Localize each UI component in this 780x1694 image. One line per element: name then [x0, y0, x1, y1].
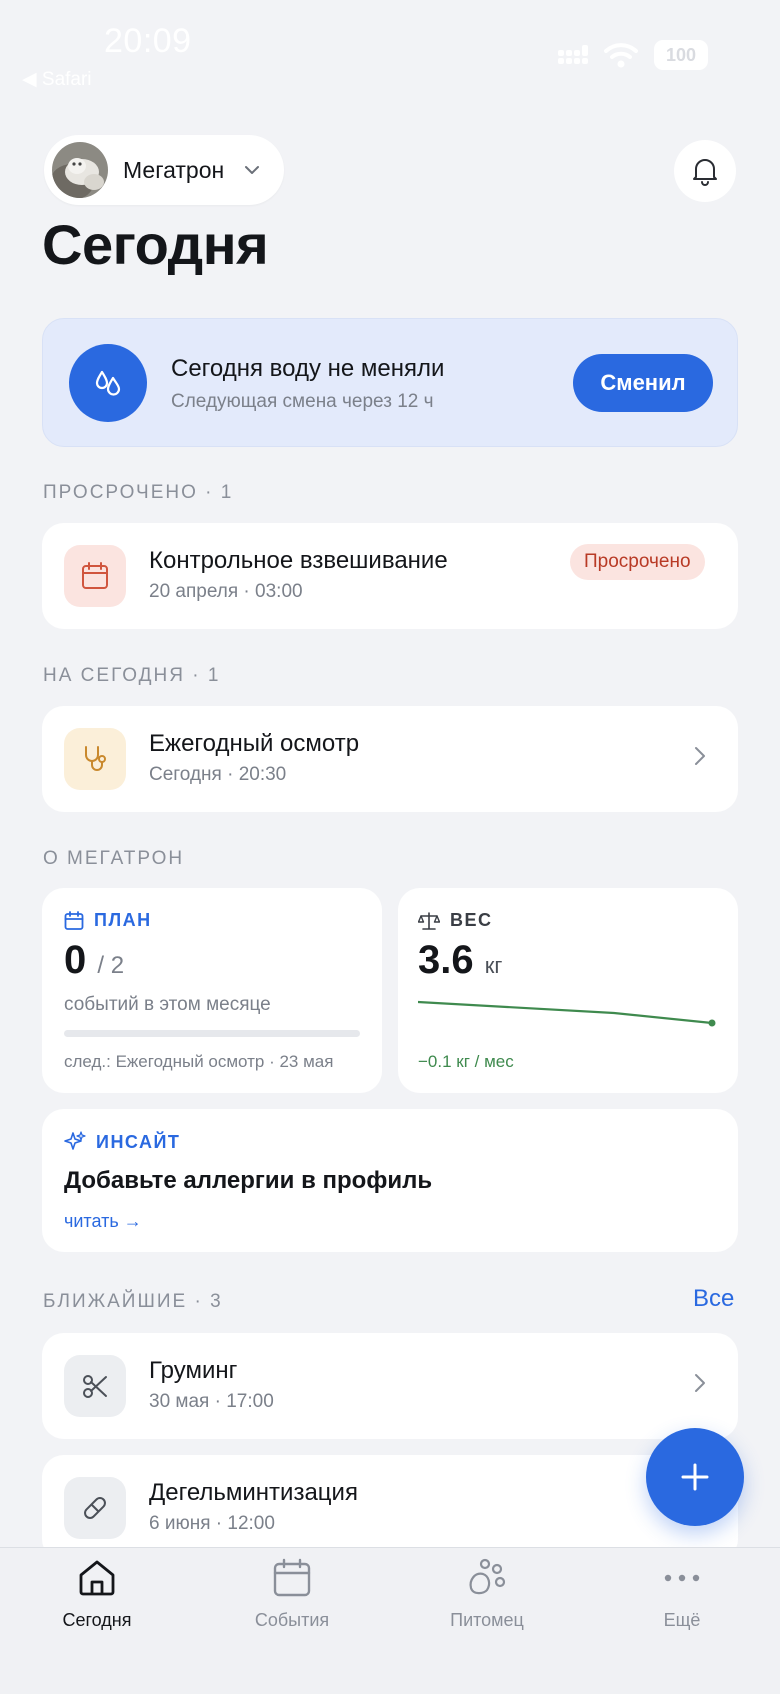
water-card-title: Сегодня воду не меняли	[171, 355, 445, 382]
home-icon	[79, 1560, 115, 1596]
water-drop-icon	[69, 344, 147, 422]
see-all-link[interactable]: Все	[693, 1285, 734, 1313]
event-datetime: 30 мая · 17:00	[149, 1391, 274, 1412]
today-event-item[interactable]: Ежегодный осмотр Сегодня · 20:30	[42, 706, 738, 812]
tab-bar: Сегодня События Питомец Ещё	[0, 1547, 780, 1694]
water-change-card: Сегодня воду не меняли Следующая смена ч…	[42, 318, 738, 447]
overdue-section-label: ПРОСРОЧЕНО · 1	[43, 482, 234, 503]
event-datetime: 6 июня · 12:00	[149, 1513, 275, 1534]
weight-label: ВЕС	[450, 910, 493, 930]
calendar-icon	[64, 910, 84, 930]
wifi-icon	[604, 43, 638, 68]
scissors-icon	[64, 1355, 126, 1417]
overdue-event-item[interactable]: Контрольное взвешивание 20 апреля · 03:0…	[42, 523, 738, 629]
event-datetime: Сегодня · 20:30	[149, 764, 287, 785]
plan-caption: событий в этом месяце	[64, 994, 271, 1015]
weight-card[interactable]: ВЕС 3.6 кг −0.1 кг / мес	[398, 888, 738, 1093]
weight-value: 3.6	[418, 938, 474, 982]
insight-title: Добавьте аллергии в профиль	[64, 1167, 433, 1194]
battery-indicator: 100	[654, 40, 708, 70]
stethoscope-icon	[64, 728, 126, 790]
plan-count: 0 / 2	[64, 938, 124, 983]
sparkle-icon	[64, 1131, 86, 1150]
about-section-label: О МЕГАТРОН	[43, 848, 185, 869]
calendar-icon	[64, 545, 126, 607]
event-datetime: 20 апреля · 03:00	[149, 581, 303, 602]
status-indicators: 100	[558, 40, 708, 70]
upcoming-event-item[interactable]: Груминг 30 мая · 17:00	[42, 1333, 738, 1439]
today-section-label: НА СЕГОДНЯ · 1	[43, 665, 221, 686]
page-title: Сегодня	[42, 213, 269, 276]
paw-icon	[469, 1558, 506, 1595]
plan-next-event: след.: Ежегодный осмотр · 23 мая	[64, 1052, 334, 1071]
plan-card[interactable]: ПЛАН 0 / 2 событий в этом месяце след.: …	[42, 888, 382, 1093]
chevron-right-icon	[695, 1374, 705, 1392]
tab-label: Ещё	[663, 1610, 701, 1630]
add-event-button[interactable]	[646, 1428, 744, 1526]
event-title: Контрольное взвешивание	[149, 547, 448, 574]
pill-icon	[64, 1477, 126, 1539]
upcoming-event-item[interactable]: Дегельминтизация 6 июня · 12:00	[42, 1455, 738, 1561]
tab-today[interactable]: Сегодня	[22, 1558, 172, 1631]
notifications-button[interactable]	[674, 140, 736, 202]
insight-card[interactable]: ИНСАЙТ Добавьте аллергии в профиль читат…	[42, 1109, 738, 1252]
status-time: 20:09	[104, 22, 192, 60]
pet-name: Мегатрон	[123, 156, 225, 183]
chevron-down-icon	[245, 166, 259, 174]
weight-value-row: 3.6 кг	[418, 938, 502, 983]
water-card-subtitle: Следующая смена через 12 ч	[171, 391, 434, 412]
insight-label: ИНСАЙТ	[96, 1131, 181, 1152]
back-to-safari-link[interactable]: ◀ Safari	[22, 68, 92, 91]
pet-selector[interactable]: Мегатрон	[44, 135, 284, 205]
weight-unit: кг	[484, 953, 503, 978]
more-icon	[664, 1574, 700, 1582]
tab-events[interactable]: События	[217, 1558, 367, 1631]
bell-icon	[693, 159, 717, 186]
tab-label: Сегодня	[62, 1610, 132, 1630]
tab-pet[interactable]: Питомец	[412, 1558, 562, 1631]
pet-avatar	[52, 142, 108, 198]
insight-read-link[interactable]: читать →	[64, 1211, 142, 1232]
plan-total: / 2	[97, 952, 125, 979]
event-title: Ежегодный осмотр	[149, 730, 360, 757]
plan-done: 0	[64, 938, 87, 982]
weight-trend: −0.1 кг / мес	[418, 1052, 514, 1071]
plus-icon	[681, 1463, 709, 1491]
tab-more[interactable]: Ещё	[607, 1558, 757, 1631]
water-changed-button[interactable]: Сменил	[573, 354, 713, 412]
cellular-signal-icon	[558, 45, 588, 64]
tab-label: События	[254, 1610, 330, 1630]
upcoming-section-label: БЛИЖАЙШИЕ · 3	[43, 1291, 223, 1312]
tab-label: Питомец	[450, 1610, 524, 1630]
overdue-badge: Просрочено	[570, 544, 705, 580]
event-title: Дегельминтизация	[149, 1479, 358, 1506]
event-title: Груминг	[149, 1357, 238, 1384]
weight-sparkline	[418, 1000, 716, 1027]
chevron-right-icon	[695, 747, 705, 765]
plan-progress-bar	[64, 1030, 360, 1037]
scales-icon	[418, 911, 440, 930]
calendar-icon	[273, 1558, 311, 1597]
plan-label: ПЛАН	[94, 910, 152, 930]
